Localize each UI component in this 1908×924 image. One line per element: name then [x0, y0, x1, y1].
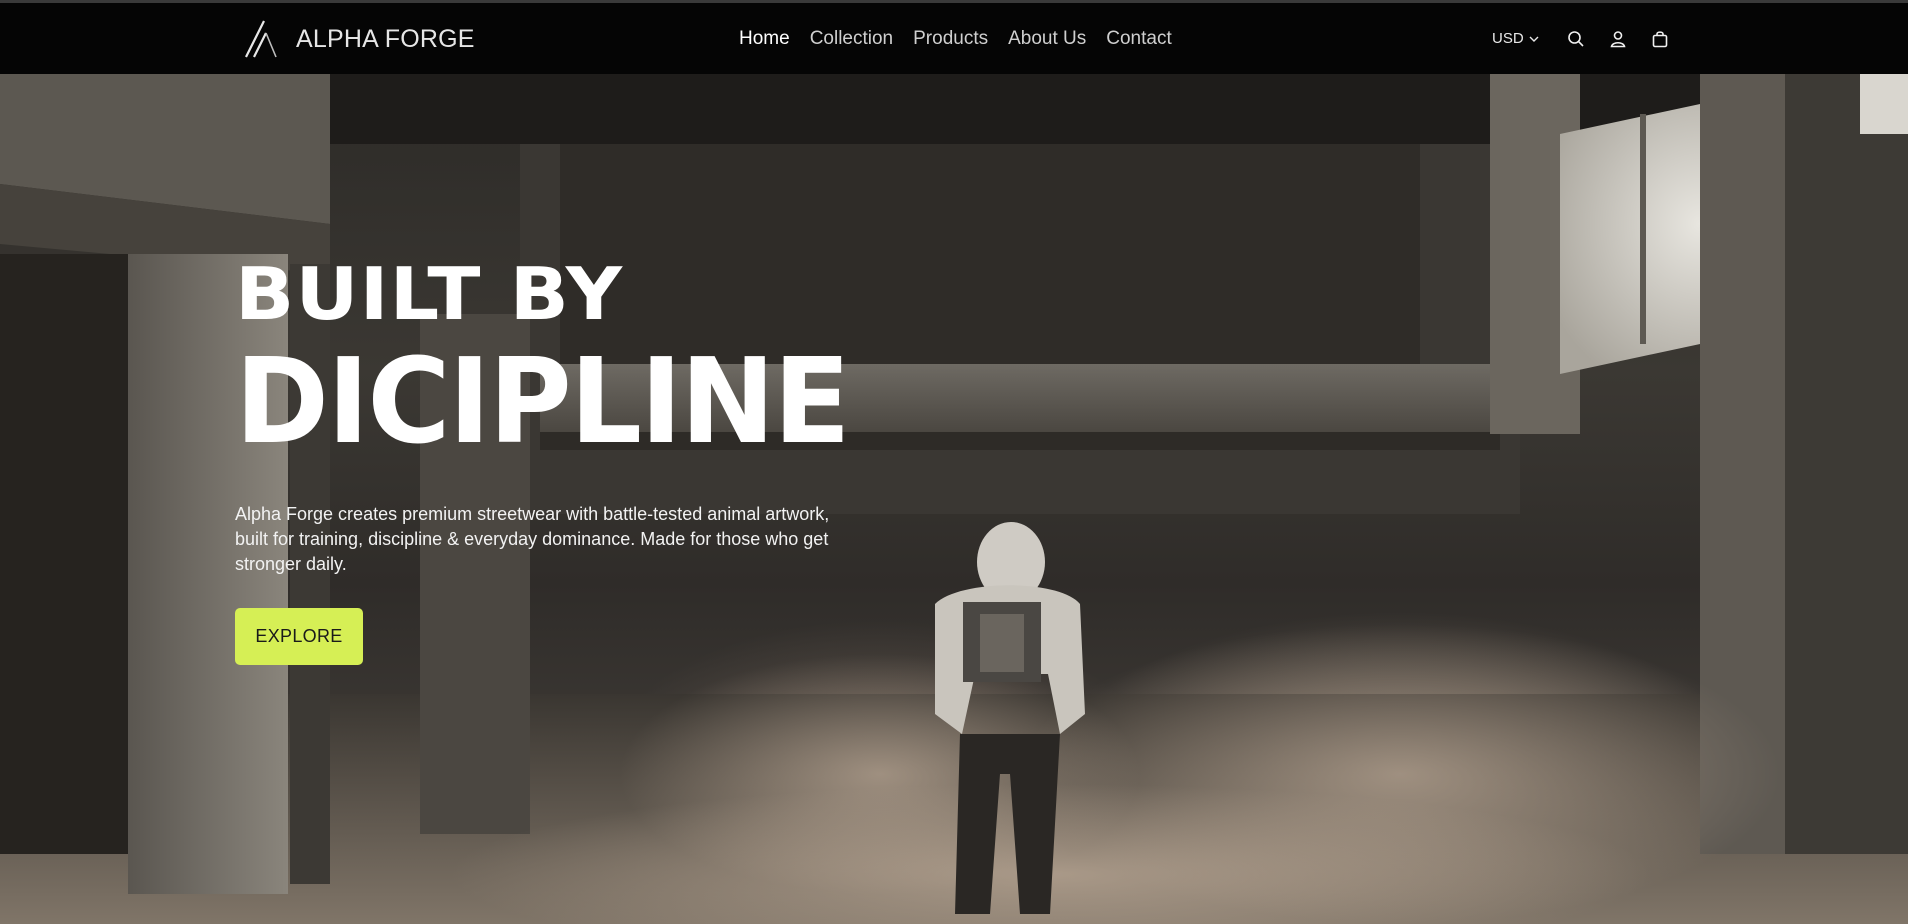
cart-icon[interactable] [1649, 28, 1671, 50]
chevron-down-icon [1529, 30, 1539, 47]
hero-headline-line2: DICIPLINE [235, 332, 851, 470]
brand-name: ALPHA FORGE [296, 24, 475, 53]
nav-item-about-us[interactable]: About Us [998, 28, 1096, 50]
site-header: ALPHA FORGE Home Collection Products Abo… [0, 3, 1908, 74]
currency-label: USD [1492, 30, 1524, 47]
hero-background-image [0, 74, 1908, 924]
hero-description: Alpha Forge creates premium streetwear w… [235, 504, 830, 574]
hero-section: BUILT BY DICIPLINE Alpha Forge creates p… [0, 74, 1908, 924]
main-navigation: Home Collection Products About Us Contac… [739, 3, 1182, 74]
account-icon[interactable] [1607, 28, 1629, 50]
nav-item-products[interactable]: Products [903, 28, 998, 50]
search-icon[interactable] [1565, 28, 1587, 50]
nav-item-contact[interactable]: Contact [1096, 28, 1181, 50]
nav-item-home[interactable]: Home [739, 28, 800, 50]
explore-button[interactable]: EXPLORE [235, 608, 363, 665]
alpha-forge-logo-icon [242, 19, 278, 59]
brand-home-link[interactable]: ALPHA FORGE [242, 17, 475, 61]
hero-headline-line1: BUILT BY [235, 252, 624, 336]
header-utilities: USD [1492, 3, 1691, 74]
currency-selector[interactable]: USD [1492, 30, 1539, 47]
nav-item-collection[interactable]: Collection [800, 28, 903, 50]
